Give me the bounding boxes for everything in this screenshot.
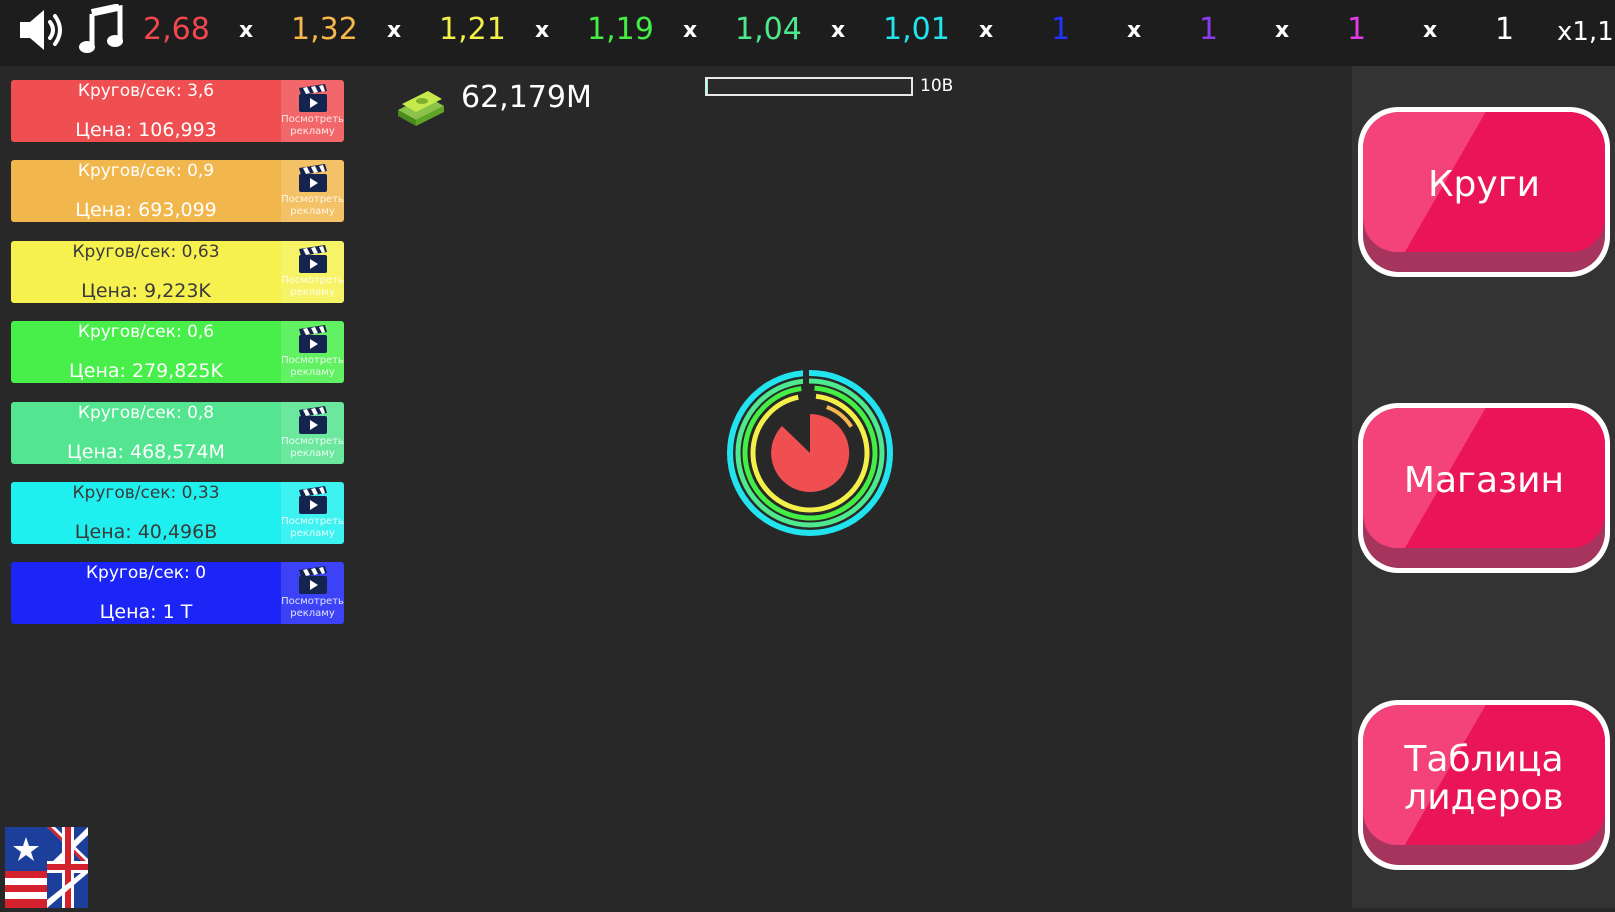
button-base: Круги bbox=[1363, 112, 1605, 272]
upgrade-price: Цена: 106,993 bbox=[75, 119, 217, 141]
leaderboard-button-label-line2: лидеров bbox=[1404, 777, 1564, 818]
upgrade-price: Цена: 9,223K bbox=[81, 279, 211, 302]
watch-ad-button[interactable]: Посмотреть рекламу bbox=[281, 401, 344, 464]
circles-button-label: Круги bbox=[1427, 164, 1541, 205]
upgrade-speed: Кругов/сек: 0,8 bbox=[77, 402, 215, 423]
watch-ad-label: Посмотреть рекламу bbox=[281, 516, 344, 539]
multiplier-white: 1 bbox=[1495, 12, 1515, 47]
multiply-sign: x bbox=[1423, 18, 1438, 43]
upgrade-price: Цена: 468,574M bbox=[67, 440, 225, 463]
multiplier-purple: 1 bbox=[1199, 12, 1219, 47]
watch-ad-label: Посмотреть рекламу bbox=[281, 355, 344, 379]
watch-ad-label: Посмотреть рекламу bbox=[281, 435, 344, 459]
multiply-sign: x bbox=[683, 18, 698, 43]
watch-ad-button[interactable]: Посмотреть рекламу bbox=[281, 562, 344, 625]
multiplier-green: 1,19 bbox=[587, 12, 654, 47]
multiply-sign: x bbox=[979, 18, 994, 43]
multiplier-orange: 1,32 bbox=[291, 12, 358, 47]
shop-button-label: Магазин bbox=[1403, 460, 1565, 501]
money-amount: 62,179M bbox=[461, 80, 592, 115]
upgrade-speed: Кругов/сек: 0,9 bbox=[77, 161, 215, 182]
cash-stack-icon bbox=[396, 88, 446, 132]
button-base: Магазин bbox=[1363, 408, 1605, 568]
upgrade-price: Цена: 1 T bbox=[99, 601, 193, 624]
upgrade-row[interactable]: Кругов/сек: 3,6 Цена: 106,993 Посмотреть р… bbox=[11, 80, 344, 142]
upgrade-row[interactable]: Кругов/сек: 0,63 Цена: 9,223K Посмотреть р… bbox=[11, 240, 344, 303]
watch-ad-label: Посмотреть рекламу bbox=[281, 194, 344, 218]
upgrade-row[interactable]: Кругов/сек: 0,8 Цена: 468,574M Посмотреть … bbox=[11, 401, 344, 464]
goal-label: 10B bbox=[920, 76, 954, 96]
us-uk-flag-icon[interactable] bbox=[5, 827, 88, 908]
upgrade-price: Цена: 693,099 bbox=[75, 199, 217, 222]
multiply-sign: x bbox=[1275, 18, 1290, 43]
upgrade-speed: Кругов/сек: 0,6 bbox=[77, 322, 215, 343]
leaderboard-button-label-line1: Таблица bbox=[1404, 739, 1564, 780]
total-multiplier: x1,1 bbox=[1557, 17, 1614, 47]
upgrade-speed: Кругов/сек: 3,6 bbox=[77, 81, 215, 101]
multiplier-yellow: 1,21 bbox=[439, 12, 506, 47]
speaker-icon[interactable] bbox=[14, 4, 66, 56]
upgrade-speed: Кругов/сек: 0,63 bbox=[72, 241, 220, 262]
music-note-icon[interactable] bbox=[76, 3, 128, 56]
multiply-sign: x bbox=[831, 18, 846, 43]
upgrade-row[interactable]: Кругов/сек: 0,6 Цена: 279,825K Посмотреть … bbox=[11, 321, 344, 384]
watch-ad-button[interactable]: Посмотреть рекламу bbox=[281, 482, 344, 544]
upgrade-price: Цена: 279,825K bbox=[69, 360, 223, 383]
shop-button[interactable]: Магазин bbox=[1358, 403, 1610, 573]
watch-ad-label: Посмотреть рекламу bbox=[281, 596, 344, 620]
multiply-sign: x bbox=[535, 18, 550, 43]
top-bar: 2,68 x 1,32 x 1,21 x 1,19 x 1,04 x 1,01 … bbox=[0, 0, 1615, 66]
multiply-sign: x bbox=[1127, 18, 1142, 43]
multiplier-red: 2,68 bbox=[143, 12, 210, 47]
circles-button[interactable]: Круги bbox=[1358, 107, 1610, 277]
multiplier-cyan: 1,01 bbox=[883, 12, 950, 47]
goal-progress-bar bbox=[705, 77, 913, 96]
multiplier-mint: 1,04 bbox=[735, 12, 802, 47]
upgrade-speed: Кругов/сек: 0 bbox=[85, 563, 207, 584]
multiply-sign: x bbox=[387, 18, 402, 43]
watch-ad-button[interactable]: Посмотреть рекламу bbox=[281, 321, 344, 384]
multiplier-blue: 1 bbox=[1051, 12, 1071, 47]
clicker-circle[interactable] bbox=[725, 368, 895, 538]
watch-ad-label: Посмотреть рекламу bbox=[281, 114, 344, 137]
upgrade-row[interactable]: Кругов/сек: 0 Цена: 1 T Посмотреть рекламу bbox=[11, 562, 344, 625]
upgrade-row[interactable]: Кругов/сек: 0,9 Цена: 693,099 Посмотреть р… bbox=[11, 160, 344, 223]
upgrade-speed: Кругов/сек: 0,33 bbox=[72, 483, 220, 503]
multiply-sign: x bbox=[239, 18, 254, 43]
uk-flag-half bbox=[47, 827, 88, 908]
goal-progress-fill bbox=[707, 79, 709, 94]
watch-ad-button[interactable]: Посмотреть рекламу bbox=[281, 80, 344, 142]
upgrade-row[interactable]: Кругов/сек: 0,33 Цена: 40,496B Посмотреть … bbox=[11, 482, 344, 544]
multiplier-magenta: 1 bbox=[1347, 12, 1367, 47]
leaderboard-button[interactable]: Таблица лидеров bbox=[1358, 700, 1610, 870]
watch-ad-label: Посмотреть рекламу bbox=[281, 274, 344, 298]
upgrade-price: Цена: 40,496B bbox=[74, 521, 218, 543]
watch-ad-button[interactable]: Посмотреть рекламу bbox=[281, 240, 344, 303]
button-base: Таблица лидеров bbox=[1363, 705, 1605, 865]
watch-ad-button[interactable]: Посмотреть рекламу bbox=[281, 160, 344, 223]
